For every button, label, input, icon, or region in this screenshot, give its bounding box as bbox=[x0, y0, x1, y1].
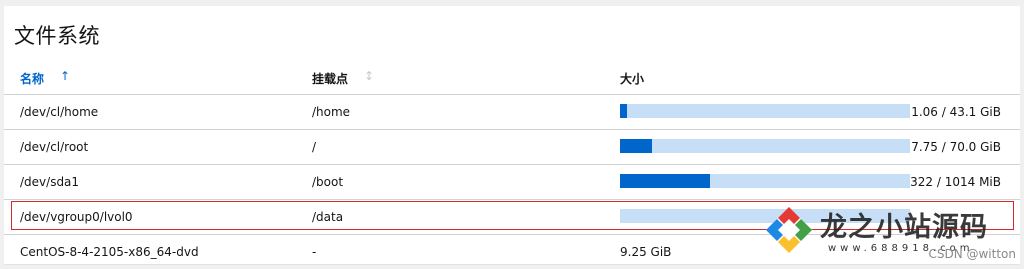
mount-point: - bbox=[312, 245, 317, 259]
sort-ascending-icon[interactable]: ↑ bbox=[60, 69, 70, 83]
usage-bar bbox=[620, 139, 910, 153]
table-row[interactable]: /dev/cl/home /home 1.06 / 43.1 GiB bbox=[4, 95, 1020, 130]
filesystem-name: /dev/cl/root bbox=[20, 140, 89, 154]
filesystem-name: /dev/sda1 bbox=[20, 175, 80, 189]
column-header-mount[interactable]: 挂载点 bbox=[312, 70, 348, 87]
watermark-logo-icon bbox=[766, 207, 812, 253]
size-text: 9.25 GiB bbox=[620, 245, 672, 259]
usage-text: 322 / 1014 MiB bbox=[910, 175, 1001, 189]
usage-text: 1.06 / 43.1 GiB bbox=[911, 105, 1001, 119]
filesystem-name: /dev/cl/home bbox=[20, 105, 99, 119]
usage-bar-fill bbox=[620, 139, 652, 153]
usage-bar bbox=[620, 104, 910, 118]
table-row[interactable]: /dev/sda1 /boot 322 / 1014 MiB bbox=[4, 165, 1020, 200]
csdn-credit: CSDN @witton bbox=[928, 247, 1016, 261]
column-header-name[interactable]: 名称 bbox=[20, 70, 44, 87]
usage-text: 7.75 / 70.0 GiB bbox=[911, 140, 1001, 154]
usage-bar bbox=[620, 174, 910, 188]
usage-bar-fill bbox=[620, 104, 628, 118]
sort-neutral-icon[interactable]: ↕ bbox=[364, 69, 374, 83]
card-title: 文件系统 bbox=[14, 24, 100, 48]
filesystem-name: CentOS-8-4-2105-x86_64-dvd bbox=[20, 245, 199, 259]
usage-bar-fill bbox=[620, 174, 710, 188]
table-row[interactable]: /dev/cl/root / 7.75 / 70.0 GiB bbox=[4, 130, 1020, 165]
mount-point: / bbox=[312, 140, 317, 154]
mount-point: /data bbox=[312, 210, 344, 224]
table-header: 名称 ↑ 挂载点 ↕ 大小 bbox=[4, 66, 1020, 95]
filesystem-name: /dev/vgroup0/lvol0 bbox=[20, 210, 133, 224]
watermark-brand: 龙之小站源码 bbox=[820, 212, 988, 243]
mount-point: /home bbox=[312, 105, 351, 119]
column-header-size: 大小 bbox=[620, 72, 645, 86]
mount-point: /boot bbox=[312, 175, 344, 189]
